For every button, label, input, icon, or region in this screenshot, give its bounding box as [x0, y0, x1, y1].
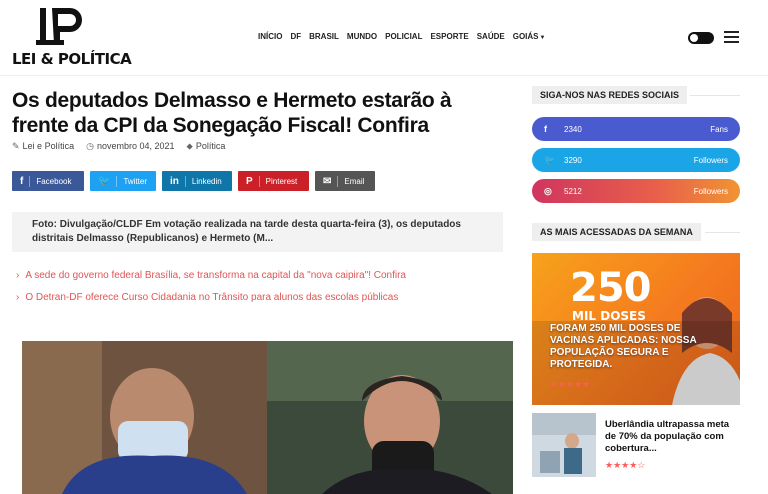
category-text: Política — [195, 141, 226, 151]
star-rating: ★★★★★ — [550, 379, 591, 389]
chevron-right-icon: › — [16, 270, 20, 281]
article-meta: ✎ Lei e Política ◷ novembro 04, 2021 ⬥ Polí… — [12, 141, 225, 152]
popular-heading: AS MAIS ACESSADAS DA SEMANA — [532, 223, 701, 241]
instagram-icon: ◎ — [544, 185, 552, 196]
share-facebook-button[interactable]: f Facebook — [12, 171, 84, 191]
linkedin-icon: in — [170, 175, 186, 187]
share-buttons: f Facebook 🐦 Twitter in Linkedin P Pinterest… — [12, 171, 375, 191]
nav-item-policial[interactable]: POLICIAL — [385, 32, 422, 41]
share-linkedin-button[interactable]: in Linkedin — [162, 171, 232, 191]
heading-divider — [705, 232, 740, 233]
featured-caption: FORAM 250 MIL DOSES DE VACINAS APLICADAS… — [550, 323, 697, 370]
dark-mode-toggle[interactable] — [688, 32, 714, 44]
article-photo-image — [22, 341, 513, 494]
twitter-icon: 🐦 — [98, 175, 118, 187]
share-linkedin-label: Linkedin — [191, 176, 222, 186]
logo-text: LEI & POLÍTICA — [12, 50, 132, 68]
caret-down-icon: ▼ — [539, 35, 546, 41]
twitter-label: Followers — [693, 155, 728, 165]
article-photo — [22, 341, 513, 494]
nav-item-mundo[interactable]: MUNDO — [347, 32, 377, 41]
instagram-label: Followers — [693, 186, 728, 196]
featured-subtitle: MIL DOSES — [572, 309, 646, 323]
share-email-label: Email — [344, 176, 365, 186]
tag-icon: ⬥ — [186, 141, 193, 151]
nav-item-goias[interactable]: GOIÁS▼ — [513, 32, 546, 41]
chevron-right-icon: › — [16, 292, 20, 303]
mini-post-title[interactable]: Uberlândia ultrapassa meta de 70% da pop… — [605, 419, 740, 455]
facebook-icon: f — [544, 124, 547, 134]
social-twitter-button[interactable]: 🐦 3290 Followers — [532, 148, 740, 172]
featured-big-number: 250 — [570, 265, 651, 311]
twitter-icon: 🐦 — [544, 154, 556, 165]
instagram-count: 5212 — [564, 186, 582, 196]
facebook-count: 2340 — [564, 124, 582, 134]
article-excerpt: Foto: Divulgação/CLDF Em votação realiza… — [12, 212, 503, 252]
nav-item-inicio[interactable]: INÍCIO — [258, 32, 282, 41]
share-email-button[interactable]: ✉ Email — [315, 171, 375, 191]
hamburger-menu-icon[interactable] — [724, 31, 739, 43]
clock-icon: ◷ — [86, 141, 94, 151]
site-header: LEI & POLÍTICA INÍCIO DF BRASIL MUNDO PO… — [0, 0, 768, 76]
share-pinterest-label: Pinterest — [265, 176, 298, 186]
email-icon: ✉ — [323, 175, 339, 187]
social-instagram-button[interactable]: ◎ 5212 Followers — [532, 179, 740, 203]
star-rating: ★★★★☆ — [605, 460, 646, 470]
featured-post[interactable]: 250 MIL DOSES FORAM 250 MIL DOSES DE VAC… — [532, 253, 740, 405]
share-pinterest-button[interactable]: P Pinterest — [238, 171, 309, 191]
site-logo[interactable]: LEI & POLÍTICA — [12, 6, 132, 68]
mini-post-image — [532, 413, 596, 477]
mini-post-thumbnail[interactable] — [532, 413, 596, 477]
category-link[interactable]: ⬥ Política — [187, 141, 226, 152]
share-facebook-label: Facebook — [36, 176, 72, 186]
nav-item-df[interactable]: DF — [290, 32, 301, 41]
date-text: novembro 04, 2021 — [96, 141, 175, 151]
author-link[interactable]: ✎ Lei e Política — [12, 141, 74, 152]
related-link-text: A sede do governo federal Brasília, se t… — [25, 270, 406, 281]
heading-divider — [690, 95, 740, 96]
main-nav: INÍCIO DF BRASIL MUNDO POLICIAL ESPORTE … — [258, 32, 545, 41]
nav-item-saude[interactable]: SAÚDE — [477, 32, 505, 41]
edit-icon: ✎ — [12, 141, 20, 151]
related-links: › A sede do governo federal Brasília, se … — [16, 265, 406, 309]
facebook-label: Fans — [710, 124, 728, 134]
related-link-text: O Detran-DF oferece Curso Cidadania no T… — [25, 292, 399, 303]
social-facebook-button[interactable]: f 2340 Fans — [532, 117, 740, 141]
share-twitter-label: Twitter — [123, 176, 148, 186]
related-link[interactable]: › O Detran-DF oferece Curso Cidadania no … — [16, 287, 406, 309]
share-twitter-button[interactable]: 🐦 Twitter — [90, 171, 156, 191]
nav-item-brasil[interactable]: BRASIL — [309, 32, 339, 41]
logo-mark-icon — [36, 8, 82, 45]
author-name: Lei e Política — [22, 141, 75, 151]
related-link[interactable]: › A sede do governo federal Brasília, se … — [16, 265, 406, 287]
facebook-icon: f — [20, 175, 31, 187]
article-title: Os deputados Delmasso e Hermeto estarão … — [12, 89, 452, 137]
nav-item-esporte[interactable]: ESPORTE — [430, 32, 468, 41]
social-heading: SIGA-NOS NAS REDES SOCIAIS — [532, 86, 688, 104]
nav-item-goias-label: GOIÁS — [512, 32, 539, 41]
pinterest-icon: P — [246, 175, 260, 187]
twitter-count: 3290 — [564, 155, 582, 165]
article-date: ◷ novembro 04, 2021 — [86, 141, 174, 152]
